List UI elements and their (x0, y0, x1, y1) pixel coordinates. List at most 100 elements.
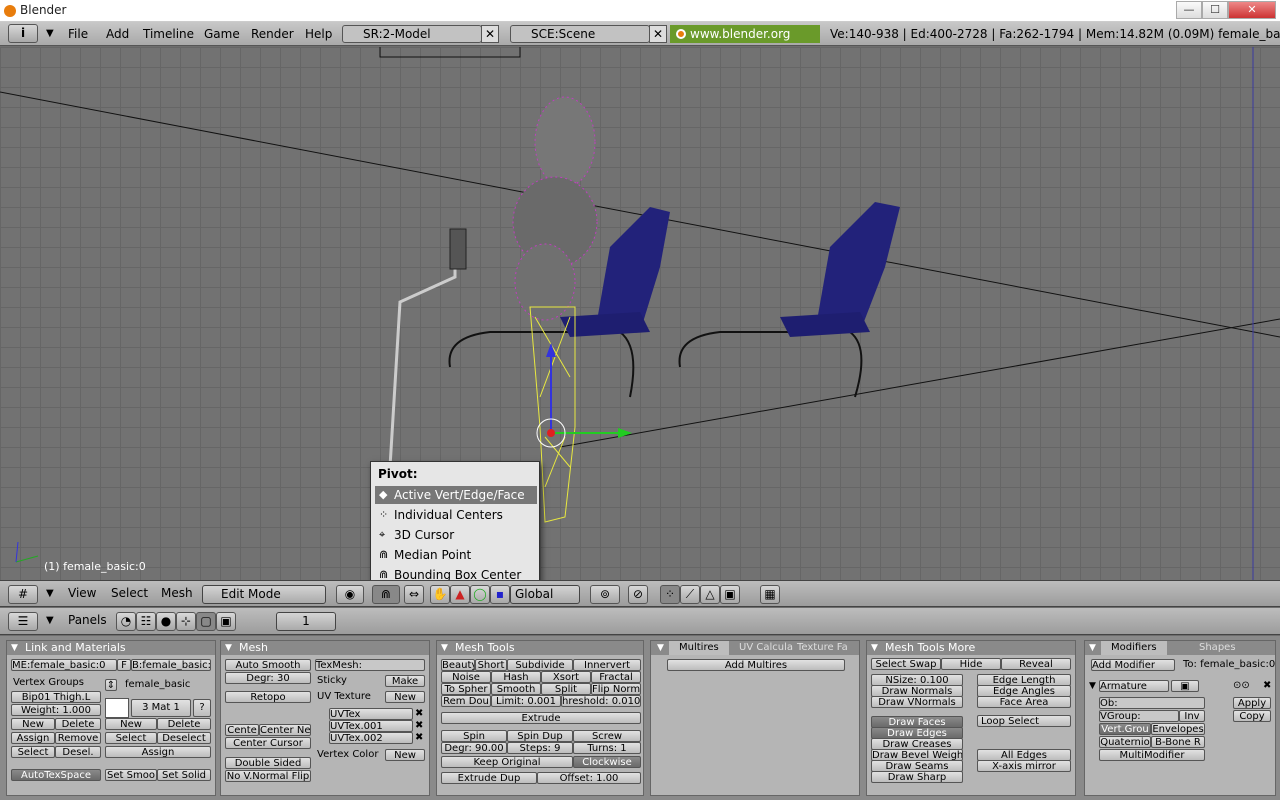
fake-user-button[interactable]: F (117, 659, 131, 671)
pivot-active-vert-edge-face[interactable]: ◆ Active Vert/Edge/Face (375, 486, 537, 504)
delete-scene-icon[interactable]: ✕ (649, 25, 667, 43)
select-swap-button[interactable]: Select Swap (871, 658, 941, 670)
invert-vgroup-toggle[interactable]: Inv (1179, 710, 1205, 722)
frame-number-field[interactable]: 1 (276, 612, 336, 631)
pivot-median-point[interactable]: ⋒ Median Point (375, 546, 537, 564)
double-sided-toggle[interactable]: Double Sided (225, 757, 311, 769)
material-menu-icon[interactable]: ⇕ (105, 679, 117, 691)
uv-texture-new-button[interactable]: New (385, 691, 425, 703)
mode-selector[interactable]: Edit Mode (202, 585, 326, 604)
vertex-select-icon[interactable]: ⁘ (660, 585, 680, 604)
render-preview-icon[interactable]: ▦ (760, 585, 780, 604)
subdivide-button[interactable]: Subdivide (507, 659, 573, 671)
translate-manipulator-icon[interactable]: ▲ (450, 585, 470, 604)
shading-context-icon[interactable]: ● (156, 612, 176, 631)
menu-help[interactable]: Help (305, 27, 332, 41)
pivot-3d-cursor[interactable]: ⌖ 3D Cursor (375, 526, 537, 544)
menu-file[interactable]: File (68, 27, 88, 41)
viewport-scene[interactable] (0, 47, 1280, 580)
no-vnormal-flip-toggle[interactable]: No V.Normal Flip (225, 770, 311, 782)
to-sphere-button[interactable]: To Spher (441, 683, 491, 695)
occlude-geometry-icon[interactable]: ▣ (720, 585, 740, 604)
fractal-button[interactable]: Fractal (591, 671, 641, 683)
snap-icon[interactable]: ⊘ (628, 585, 648, 604)
material-new-button[interactable]: New (105, 718, 157, 730)
extrude-dup-button[interactable]: Extrude Dup (441, 772, 537, 784)
clockwise-toggle[interactable]: Clockwise (573, 756, 641, 768)
material-deselect-button[interactable]: Deselect (157, 732, 211, 744)
vertex-color-new-button[interactable]: New (385, 749, 425, 761)
rotate-manipulator-icon[interactable]: ◯ (470, 585, 490, 604)
modifier-visibility-icon[interactable]: ▣ (1171, 680, 1199, 692)
spin-dup-button[interactable]: Spin Dup (507, 730, 573, 742)
collapse-menu-icon[interactable]: ▼ (46, 588, 54, 599)
center-cursor-button[interactable]: Center Cursor (225, 737, 311, 749)
scene-context-icon[interactable]: ▣ (216, 612, 236, 631)
autotexspace-toggle[interactable]: AutoTexSpace (11, 769, 101, 781)
material-color-swatch[interactable] (105, 698, 129, 718)
split-button[interactable]: Split (541, 683, 591, 695)
short-toggle[interactable]: Short (475, 659, 507, 671)
spin-steps-field[interactable]: Steps: 9 (507, 742, 573, 754)
scale-manipulator-icon[interactable]: ▪ (490, 585, 510, 604)
apply-modifier-button[interactable]: Apply (1233, 697, 1271, 709)
tab-uv-calculation[interactable]: UV Calcula (739, 641, 793, 655)
copy-modifier-button[interactable]: Copy (1233, 710, 1271, 722)
material-select-button[interactable]: Select (105, 732, 157, 744)
envelopes-toggle[interactable]: Envelopes (1151, 723, 1205, 735)
auto-smooth-degree-field[interactable]: Degr: 30 (225, 672, 311, 684)
collapse-menu-icon[interactable]: ▼ (46, 28, 54, 39)
remove-doubles-button[interactable]: Rem Dou (441, 695, 491, 707)
extrude-button[interactable]: Extrude (441, 712, 641, 724)
auto-smooth-toggle[interactable]: Auto Smooth (225, 659, 311, 671)
screen-selector[interactable]: SR:2-Model (342, 25, 482, 43)
face-select-icon[interactable]: △ (700, 585, 720, 604)
draw-sharp-toggle[interactable]: Draw Sharp (871, 771, 963, 783)
vgroup-remove-button[interactable]: Remove (55, 732, 101, 744)
sticky-make-button[interactable]: Make (385, 675, 425, 687)
weight-field[interactable]: Weight: 1.000 (11, 704, 101, 716)
uv-layer-2[interactable]: UVTex.002 (329, 732, 413, 744)
hide-button[interactable]: Hide (941, 658, 1001, 670)
vgroup-field[interactable]: VGroup: (1099, 710, 1179, 722)
pivot-align-icon[interactable]: ⇔ (404, 585, 424, 604)
proportional-edit-icon[interactable]: ⊚ (590, 585, 620, 604)
menu-render[interactable]: Render (251, 27, 294, 41)
uv-layer-1[interactable]: UVTex.001 (329, 720, 413, 732)
menu-mesh[interactable]: Mesh (161, 586, 193, 600)
limit-field[interactable]: Limit: 0.001 (491, 695, 561, 707)
menu-timeline[interactable]: Timeline (143, 27, 194, 41)
spin-degree-field[interactable]: Degr: 90.00 (441, 742, 507, 754)
tab-texture-face[interactable]: Texture Fa (797, 641, 848, 655)
editor-type-info-icon[interactable]: i (8, 24, 38, 43)
keep-original-toggle[interactable]: Keep Original (441, 756, 573, 768)
editor-type-buttons-icon[interactable]: ☰ (8, 612, 38, 631)
threshold-field[interactable]: hreshold: 0.010 (561, 695, 641, 707)
editor-type-3dview-icon[interactable]: # (8, 585, 38, 604)
flip-normals-button[interactable]: Flip Norm (591, 683, 641, 695)
manipulator-toggle-icon[interactable]: ✋ (430, 585, 450, 604)
reveal-button[interactable]: Reveal (1001, 658, 1071, 670)
logic-context-icon[interactable]: ◔ (116, 612, 136, 631)
pivot-individual-centers[interactable]: ⁘ Individual Centers (375, 506, 537, 524)
close-window-button[interactable]: ✕ (1228, 1, 1276, 19)
delete-screen-icon[interactable]: ✕ (481, 25, 499, 43)
blender-website-link[interactable]: www.blender.org 249.2 (670, 25, 820, 59)
hash-button[interactable]: Hash (491, 671, 541, 683)
add-multires-button[interactable]: Add Multires (667, 659, 845, 671)
vgroup-select-button[interactable]: Select (11, 746, 55, 758)
scene-selector[interactable]: SCE:Scene (510, 25, 650, 43)
expand-modifier-icon[interactable]: ▼ (1089, 680, 1096, 692)
panel-header[interactable]: ▼ Mesh Tools (437, 641, 643, 655)
screw-turns-field[interactable]: Turns: 1 (573, 742, 641, 754)
x-axis-mirror-toggle[interactable]: X-axis mirror (977, 760, 1071, 772)
center-new-button[interactable]: Center Ne (259, 724, 311, 736)
loop-select-selector[interactable]: Loop Select (977, 715, 1071, 727)
object-context-icon[interactable]: ⊹ (176, 612, 196, 631)
vgroup-delete-button[interactable]: Delete (55, 718, 101, 730)
mesh-name-field[interactable]: ME:female_basic:0 (11, 659, 117, 671)
menu-view[interactable]: View (68, 586, 96, 600)
draw-vnormals-toggle[interactable]: Draw VNormals (871, 696, 963, 708)
texmesh-field[interactable]: TexMesh: (315, 659, 425, 671)
modifier-move-icon[interactable]: ⊙⊙ (1233, 680, 1250, 692)
